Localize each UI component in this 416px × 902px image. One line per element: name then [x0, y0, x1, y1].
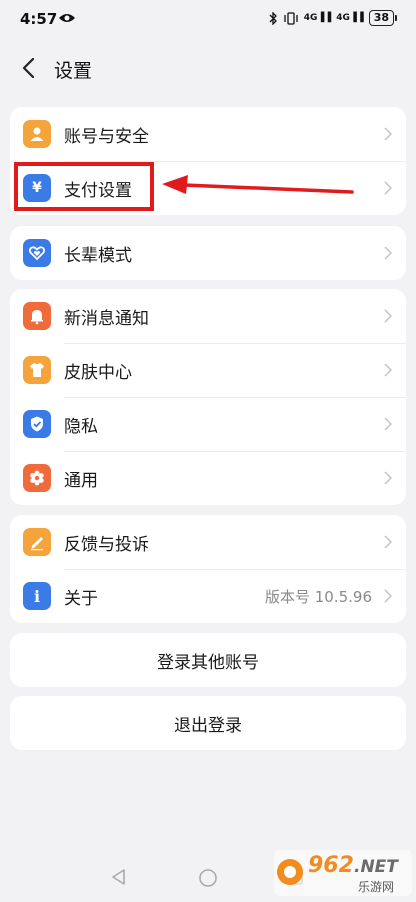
back-arrow-icon[interactable]: [18, 56, 42, 80]
nav-home-icon[interactable]: [198, 868, 218, 888]
settings-item-label: 皮肤中心: [64, 362, 132, 383]
settings-group-general: 新消息通知 皮肤中心 隐私 通用: [10, 289, 406, 505]
settings-item-label: 关于: [64, 588, 98, 609]
logout-button[interactable]: 退出登录: [10, 696, 406, 750]
gear-icon: [23, 464, 51, 492]
info-icon: i: [23, 582, 51, 610]
status-time: 4:57: [20, 10, 58, 28]
header: 设置: [0, 46, 416, 92]
login-other-account-button[interactable]: 登录其他账号: [10, 633, 406, 687]
status-bar: 4:57 4G▐▐ 4G▐▐ 38: [0, 0, 416, 40]
signal-icon: 4G▐▐: [303, 12, 332, 23]
chevron-right-icon: [384, 363, 392, 377]
user-icon: [23, 120, 51, 148]
chevron-right-icon: [384, 246, 392, 260]
page-title: 设置: [54, 60, 93, 82]
watermark-brand: 962: [308, 853, 354, 878]
settings-item-elder-mode[interactable]: 长辈模式: [10, 226, 406, 280]
highlight-box: [14, 162, 154, 211]
watermark-suffix: .NET: [354, 857, 398, 877]
settings-item-label: 账号与安全: [64, 126, 149, 147]
settings-group-about: 反馈与投诉 i 关于 版本号 10.5.96: [10, 515, 406, 623]
bluetooth-icon: [269, 11, 277, 25]
chevron-right-icon: [384, 127, 392, 141]
settings-item-general[interactable]: 通用: [10, 451, 406, 505]
status-icons: 4G▐▐ 4G▐▐ 38: [269, 10, 398, 26]
settings-item-notifications[interactable]: 新消息通知: [10, 289, 406, 343]
watermark-subtitle: 乐游网: [358, 880, 395, 894]
battery-icon: 38: [368, 10, 398, 26]
chevron-right-icon: [384, 589, 392, 603]
settings-group-elder: 长辈模式: [10, 226, 406, 280]
chevron-right-icon: [384, 535, 392, 549]
settings-item-privacy[interactable]: 隐私: [10, 397, 406, 451]
settings-item-account-security[interactable]: 账号与安全: [10, 107, 406, 161]
settings-item-label: 新消息通知: [64, 308, 149, 329]
settings-item-skin-center[interactable]: 皮肤中心: [10, 343, 406, 397]
chevron-right-icon: [384, 471, 392, 485]
settings-item-label: 通用: [64, 470, 98, 491]
tshirt-icon: [23, 356, 51, 384]
pencil-icon: [23, 528, 51, 556]
bell-icon: [23, 302, 51, 330]
eye-icon: [59, 14, 75, 22]
nav-back-icon[interactable]: [110, 868, 126, 886]
settings-item-feedback[interactable]: 反馈与投诉: [10, 515, 406, 569]
version-text: 版本号 10.5.96: [264, 587, 372, 606]
arrow-annotation: [162, 175, 354, 194]
settings-item-label: 反馈与投诉: [64, 534, 149, 555]
chevron-right-icon: [384, 417, 392, 431]
watermark-logo: 962 .NET 乐游网: [274, 848, 412, 898]
signal-icon-2: 4G▐▐: [336, 12, 364, 23]
shield-icon: [23, 410, 51, 438]
chevron-right-icon: [384, 181, 392, 195]
heart-icon: [23, 239, 51, 267]
chevron-right-icon: [384, 309, 392, 323]
settings-item-label: 隐私: [64, 416, 98, 437]
settings-item-label: 长辈模式: [64, 245, 132, 266]
settings-item-about[interactable]: i 关于 版本号 10.5.96: [10, 569, 406, 623]
vibrate-icon: [284, 11, 298, 25]
